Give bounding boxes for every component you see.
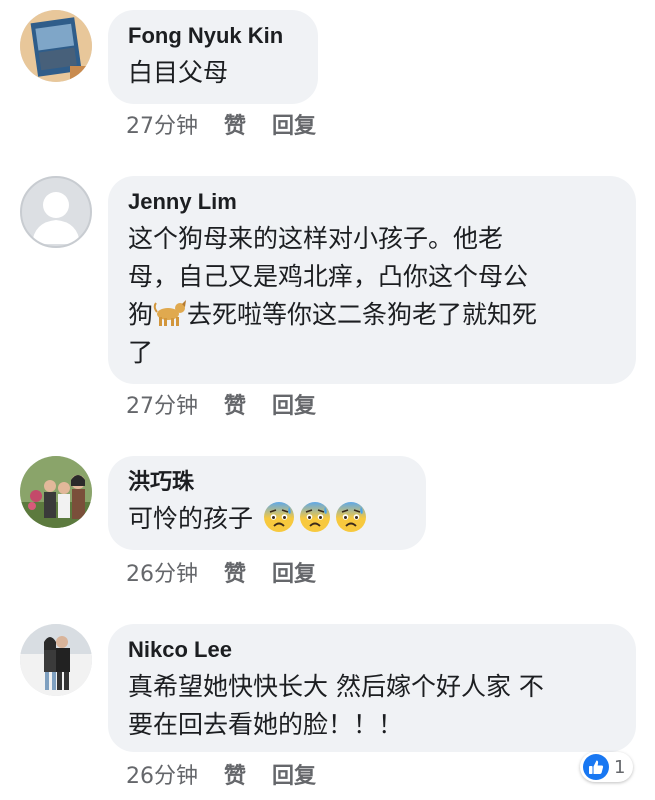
reaction-count: 1 [614, 756, 626, 778]
comment-author[interactable]: Fong Nyuk Kin [128, 22, 296, 50]
like-button[interactable]: 赞 [224, 388, 246, 420]
comment-meta: 26分钟 赞 回复 [126, 758, 316, 790]
comment-text-line: 母，自己又是鸡北痒，凸你这个母公 [128, 262, 529, 291]
like-button[interactable]: 赞 [224, 108, 246, 140]
comment-time[interactable]: 26分钟 [126, 556, 198, 588]
comment-text-line: 狗 [128, 300, 154, 329]
default-profile-icon [32, 192, 80, 244]
avatar[interactable] [20, 456, 92, 528]
comment-bubble: Jenny Lim 这个狗母来的这样对小孩子。他老 母，自己又是鸡北痒，凸你这个母… [108, 176, 636, 384]
comment-item: Fong Nyuk Kin 白目父母 27分钟 赞 回复 [0, 0, 655, 150]
comment-item: 洪巧珠 可怜的孩子 26分钟 赞 回复 [0, 450, 655, 600]
comment-time[interactable]: 27分钟 [126, 108, 198, 140]
comment-text: 真希望她快快长大 然后嫁个好人家 不要在回去看她的脸！！！ [128, 668, 614, 744]
comment-time[interactable]: 26分钟 [126, 758, 198, 790]
comment-text-line: 真希望她快快长大 然后嫁个好人家 不 [128, 672, 544, 701]
comment-author[interactable]: Nikco Lee [128, 636, 614, 664]
comment-item: Nikco Lee 真希望她快快长大 然后嫁个好人家 不要在回去看她的脸！！！ … [0, 620, 655, 800]
comment-author[interactable]: 洪巧珠 [128, 468, 404, 496]
dog-emoji-icon [153, 297, 187, 327]
comment-bubble: Nikco Lee 真希望她快快长大 然后嫁个好人家 不要在回去看她的脸！！！ [108, 624, 636, 752]
comment-text: 这个狗母来的这样对小孩子。他老 母，自己又是鸡北痒，凸你这个母公狗 去死啦等你这二条… [128, 220, 614, 372]
reply-button[interactable]: 回复 [272, 758, 316, 790]
comment-text-content: 可怜的孩子 [128, 504, 254, 533]
comment-item: Jenny Lim 这个狗母来的这样对小孩子。他老 母，自己又是鸡北痒，凸你这个母… [0, 170, 655, 430]
comment-meta: 27分钟 赞 回复 [126, 388, 316, 420]
comment-time[interactable]: 27分钟 [126, 388, 198, 420]
reply-button[interactable]: 回复 [272, 388, 316, 420]
anxious-face-icon [263, 501, 295, 533]
comment-text-line: 了 [128, 338, 154, 367]
comment-author[interactable]: Jenny Lim [128, 188, 614, 216]
reply-button[interactable]: 回复 [272, 108, 316, 140]
comment-text-line: 要在回去看她的脸！！！ [128, 710, 404, 739]
thumbs-up-icon [583, 754, 609, 780]
comment-bubble: Fong Nyuk Kin 白目父母 [108, 10, 318, 104]
avatar[interactable] [20, 176, 92, 248]
comment-text: 可怜的孩子 [128, 500, 404, 538]
comment-text-line: 去死啦等你这二条狗老了就知死 [187, 300, 538, 329]
comment-meta: 26分钟 赞 回复 [126, 556, 316, 588]
like-button[interactable]: 赞 [224, 758, 246, 790]
anxious-face-icon [335, 501, 367, 533]
comment-bubble: 洪巧珠 可怜的孩子 [108, 456, 426, 550]
comment-text: 白目父母 [128, 58, 229, 87]
reaction-summary[interactable]: 1 [580, 752, 634, 782]
comment-text-line: 这个狗母来的这样对小孩子。他老 [128, 224, 504, 253]
avatar[interactable] [20, 10, 92, 82]
avatar[interactable] [20, 624, 92, 696]
reply-button[interactable]: 回复 [272, 556, 316, 588]
comment-meta: 27分钟 赞 回复 [126, 108, 316, 140]
anxious-face-icon [299, 501, 331, 533]
like-button[interactable]: 赞 [224, 556, 246, 588]
